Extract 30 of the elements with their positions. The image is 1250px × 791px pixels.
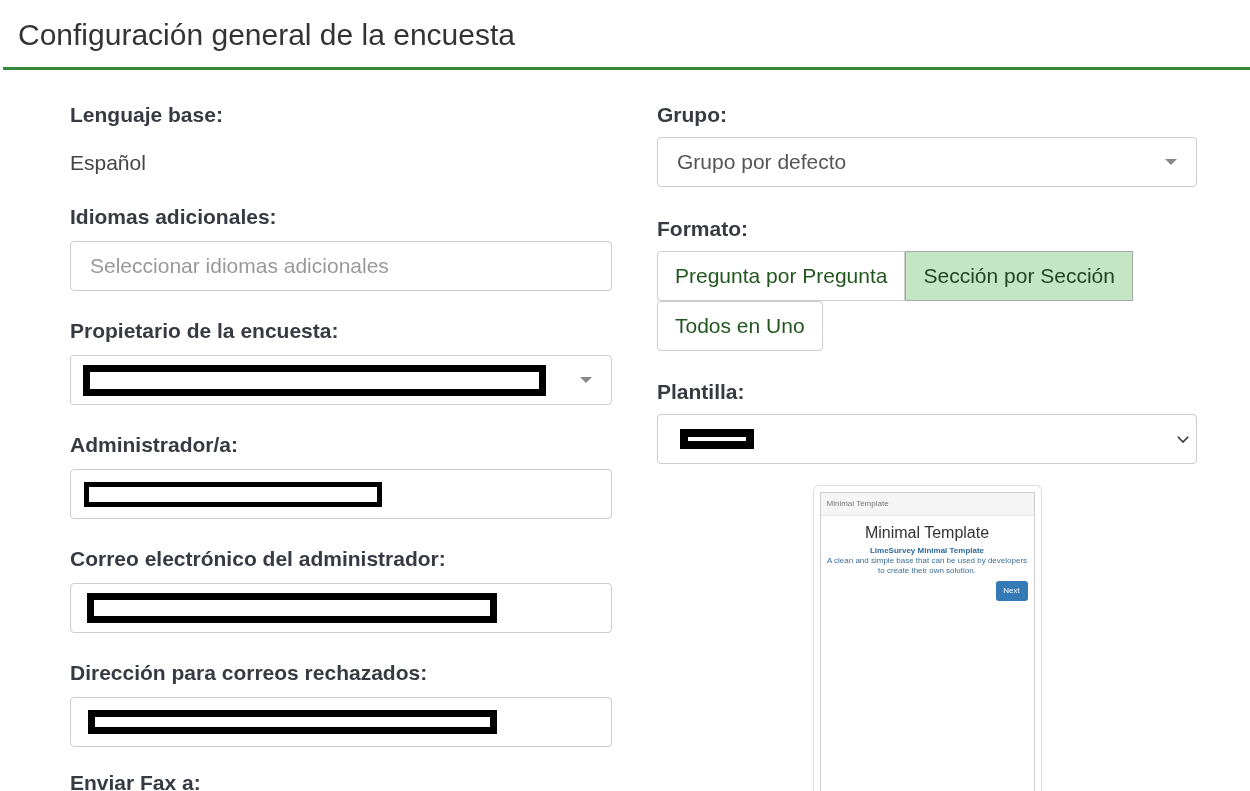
input-field[interactable]	[70, 583, 612, 633]
preview-heading: Minimal Template	[864, 523, 990, 543]
toggle-button[interactable]: Pregunta por Pregunta	[657, 251, 906, 301]
preview-description: A clean and simple base that can be used by developers to create their own solution.	[825, 556, 1029, 576]
field-label: Enviar Fax a:	[70, 775, 201, 791]
field-label: Idiomas adicionales:	[70, 205, 277, 229]
select-field[interactable]	[70, 355, 612, 405]
toggle-button[interactable]: Todos en Uno	[657, 301, 823, 351]
preview-title-bar: Minimal Template	[820, 493, 1034, 516]
input-field[interactable]	[70, 697, 612, 747]
field-label: Plantilla:	[657, 380, 745, 404]
input-field[interactable]	[70, 469, 612, 519]
field-value: Español	[70, 151, 146, 175]
select-field[interactable]	[657, 414, 1197, 464]
field-label: Administrador/a:	[70, 433, 239, 457]
field-label: Formato:	[657, 217, 748, 241]
field-label: Dirección para correos rechazados:	[70, 661, 428, 685]
toggle-button[interactable]: Sección por Sección	[905, 251, 1133, 301]
page-title: Configuración general de la encuesta	[18, 17, 515, 53]
input-field[interactable]: Seleccionar idiomas adicionales	[70, 241, 612, 291]
field-label: Grupo:	[657, 103, 727, 127]
select-field[interactable]: Grupo por defecto	[657, 137, 1197, 187]
caret-icon[interactable]	[580, 377, 592, 383]
caret-icon[interactable]	[1165, 159, 1177, 165]
field-label: Propietario de la encuesta:	[70, 319, 339, 343]
preview-subtitle: LimeSurvey Minimal Template	[869, 546, 985, 556]
next-button[interactable]: Next	[995, 581, 1028, 601]
field-label: Lenguaje base:	[70, 103, 223, 127]
chevron-down-icon[interactable]	[1177, 435, 1189, 443]
field-label: Correo electrónico del administrador:	[70, 547, 446, 571]
